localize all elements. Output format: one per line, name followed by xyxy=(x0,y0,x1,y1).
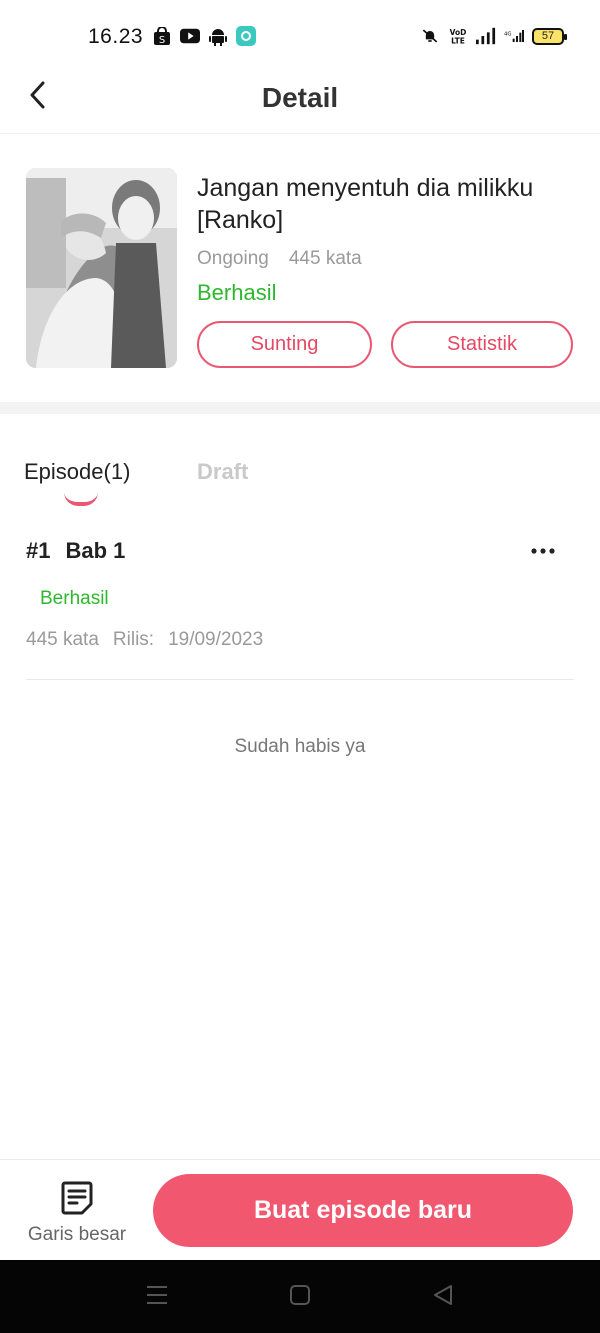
status-time: 16.23 xyxy=(88,25,144,48)
episode-number: #1 xyxy=(26,538,51,563)
outline-label: Garis besar xyxy=(27,1224,127,1245)
system-status-icons: VoD LTE 4G 57 xyxy=(420,26,567,46)
episode-release-label: Rilis: xyxy=(112,629,155,650)
active-tab-indicator xyxy=(64,492,98,506)
svg-text:4G: 4G xyxy=(504,31,512,37)
nav-back-button[interactable] xyxy=(428,1282,458,1312)
svg-text:LTE: LTE xyxy=(451,37,465,46)
android-icon xyxy=(208,26,228,46)
shopping-bag-icon: S xyxy=(152,26,172,46)
home-icon xyxy=(289,1284,311,1311)
statistics-button[interactable]: Statistik xyxy=(391,321,573,368)
app-notification-icon xyxy=(236,26,256,46)
signal-icon xyxy=(476,26,496,46)
new-episode-button[interactable]: Buat episode baru xyxy=(153,1174,573,1247)
episode-meta: 445 kata Rilis: 19/09/2023 xyxy=(26,629,263,651)
outline-document-icon xyxy=(60,1180,94,1216)
episode-name: Bab 1 xyxy=(65,538,126,563)
book-word-count: 445 kata xyxy=(288,248,362,269)
episode-release-date: 19/09/2023 xyxy=(168,629,264,650)
book-state: Ongoing xyxy=(197,248,269,269)
book-title: Jangan menyentuh dia milikku [Ranko] xyxy=(197,174,534,234)
tab-bar: Episode(1) Draft xyxy=(0,414,600,514)
nav-menu-button[interactable] xyxy=(142,1282,172,1312)
page-title: Detail xyxy=(261,82,339,113)
episode-status: Berhasil xyxy=(40,588,109,609)
nav-home-button[interactable] xyxy=(285,1282,315,1312)
section-divider xyxy=(0,402,600,414)
youtube-icon xyxy=(180,26,200,46)
battery-icon: 57 xyxy=(532,27,567,45)
app-header: Detail xyxy=(0,72,600,134)
book-status: Berhasil xyxy=(197,280,277,305)
episode-title: #1 Bab 1 xyxy=(26,538,125,564)
system-nav-bar xyxy=(0,1260,600,1333)
mute-bell-icon xyxy=(420,26,440,46)
back-triangle-icon xyxy=(432,1284,454,1311)
edit-button[interactable]: Sunting xyxy=(197,321,372,368)
tab-episode[interactable]: Episode(1) xyxy=(24,459,130,485)
list-item[interactable]: #1 Bab 1 Berhasil 445 kata Rilis: 19/09/… xyxy=(26,520,574,680)
notification-icons: S xyxy=(152,26,256,46)
menu-icon xyxy=(145,1284,169,1311)
signal-4g-icon: 4G xyxy=(504,26,524,46)
svg-text:S: S xyxy=(159,35,165,46)
more-options-button[interactable] xyxy=(526,536,560,564)
book-meta: Ongoing 445 kata xyxy=(197,248,362,270)
more-dots-icon xyxy=(531,541,555,559)
status-bar: 16.23 S VoD LTE 4G 57 xyxy=(0,0,600,72)
tab-draft[interactable]: Draft xyxy=(197,459,248,485)
book-card: Jangan menyentuh dia milikku [Ranko] Ong… xyxy=(0,134,600,402)
bottom-action-bar: Garis besar Buat episode baru xyxy=(0,1159,600,1260)
episode-word-count: 445 kata xyxy=(26,629,99,650)
book-cover-image[interactable] xyxy=(26,168,177,368)
battery-level: 57 xyxy=(541,30,555,42)
volte-icon: VoD LTE xyxy=(448,26,468,46)
list-end-message: Sudah habis ya xyxy=(234,736,366,757)
outline-button[interactable]: Garis besar xyxy=(24,1176,130,1246)
